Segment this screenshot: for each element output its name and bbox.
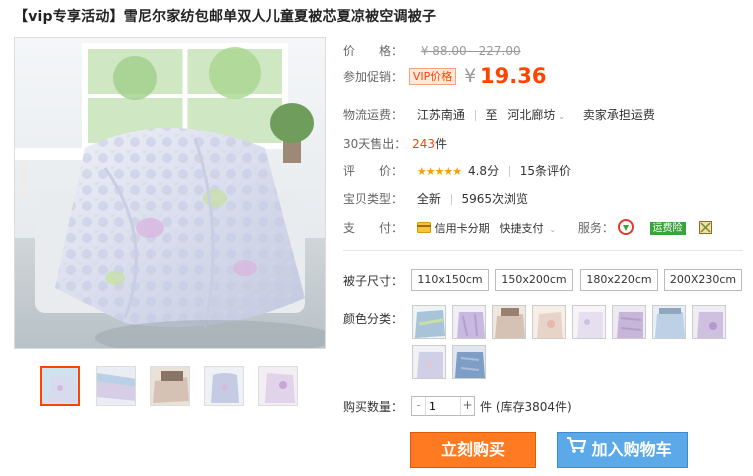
view-count: 5965次浏览 (461, 192, 529, 206)
product-title: 【vip专享活动】雪尼尔家纺包邮单双人儿童夏被芯夏凉被空调被子 (14, 9, 437, 25)
add-to-cart-label: 加入购物车 (591, 440, 672, 459)
star-rating-icon: ★★★★★ (416, 165, 462, 178)
main-product-image[interactable] (14, 37, 326, 349)
color-swatch-3[interactable] (492, 305, 526, 339)
item-condition: 全新 (416, 192, 441, 206)
buy-now-button[interactable]: 立刻购买 (410, 432, 536, 468)
quantity-input[interactable] (426, 397, 460, 415)
shipping-destination: 河北廊坊 (507, 108, 556, 122)
chevron-down-icon: ⌄ (558, 112, 566, 121)
quantity-stepper: - + (411, 396, 475, 416)
freight-insurance-badge: 运费险 (649, 222, 686, 235)
chevron-down-icon[interactable]: ⌄ (549, 225, 556, 234)
sales-unit: 件 (435, 137, 448, 151)
vip-price-badge: VIP价格 (408, 67, 457, 85)
cart-icon (566, 432, 587, 466)
size-option-150x200[interactable]: 150x200cm (495, 269, 573, 291)
size-label: 被子尺寸： (343, 274, 404, 288)
promo-price: 19.36 (480, 64, 547, 88)
thumbnail-1[interactable] (40, 366, 80, 406)
quick-pay: 快捷支付 (499, 222, 544, 235)
price-row: 价 格： ¥ 88.00 - 227.00 (343, 42, 521, 59)
divider (508, 166, 510, 177)
reviews-link[interactable]: 15条评价 (520, 164, 571, 178)
size-option-180x220[interactable]: 180x220cm (580, 269, 658, 291)
add-to-cart-button[interactable]: 加入购物车 (557, 432, 688, 468)
shipping-row: 物流运费： 江苏南通 至 河北廊坊 ⌄ 卖家承担运费 (343, 106, 655, 123)
promo-row: 参加促销： VIP价格 ¥ 19.36 (343, 64, 546, 88)
size-option-200x230[interactable]: 200X230cm (664, 269, 742, 291)
color-swatch-4[interactable] (532, 305, 566, 339)
item-type-row: 宝贝类型： 全新 5965次浏览 (343, 190, 528, 207)
quantity-decrease-button[interactable]: - (412, 397, 426, 415)
service-label: 服务： (577, 221, 614, 235)
thumbnail-5[interactable] (258, 366, 298, 406)
divider (450, 194, 452, 205)
color-swatch-8[interactable] (692, 305, 726, 339)
section-divider (343, 250, 743, 251)
thumbnail-2[interactable] (96, 366, 136, 406)
sales-count: 243 (412, 137, 436, 151)
quantity-increase-button[interactable]: + (460, 397, 474, 415)
price-label: 价 格： (343, 44, 404, 58)
credit-card-icon (416, 221, 431, 236)
color-swatch-1[interactable] (412, 305, 446, 339)
color-label: 颜色分类： (343, 312, 404, 326)
promo-label: 参加促销： (343, 69, 404, 84)
payment-label: 支 付： (343, 221, 404, 235)
item-type-label: 宝贝类型： (343, 192, 404, 206)
shipping-label: 物流运费： (343, 108, 404, 122)
guarantee-icon (699, 220, 713, 237)
shipping-destination-select[interactable]: 河北廊坊 ⌄ (507, 108, 565, 122)
tmall-service-icon (617, 219, 634, 238)
sales-row: 30天售出： 243件 (343, 135, 447, 152)
thumbnail-4[interactable] (204, 366, 244, 406)
credit-installment: 信用卡分期 (434, 222, 490, 235)
color-swatch-10[interactable] (452, 345, 486, 379)
sales-label: 30天售出： (343, 137, 407, 151)
shipping-fee: 卖家承担运费 (582, 108, 655, 122)
rating-label: 评 价： (343, 164, 404, 178)
color-swatch-5[interactable] (572, 305, 606, 339)
payment-row: 支 付： 信用卡分期 快捷支付 ⌄ 服务： 运费险 (343, 219, 713, 238)
color-swatch-6[interactable] (612, 305, 646, 339)
thumbnail-3[interactable] (150, 366, 190, 406)
quantity-label: 购买数量： (343, 400, 404, 414)
color-swatch-2[interactable] (452, 305, 486, 339)
rating-score: 4.8分 (467, 164, 500, 178)
shipping-origin: 江苏南通 (416, 108, 465, 122)
rating-row: 评 价： ★★★★★ 4.8分 15条评价 (343, 162, 571, 179)
stock-info: 件 (库存3804件) (480, 400, 572, 414)
size-option-110x150[interactable]: 110x150cm (411, 269, 489, 291)
divider (474, 110, 476, 121)
original-price: ¥ 88.00 - 227.00 (420, 44, 521, 58)
currency-symbol: ¥ (464, 65, 477, 87)
shipping-to-prefix: 至 (485, 108, 498, 122)
color-swatch-9[interactable] (412, 345, 446, 379)
color-swatch-7[interactable] (652, 305, 686, 339)
